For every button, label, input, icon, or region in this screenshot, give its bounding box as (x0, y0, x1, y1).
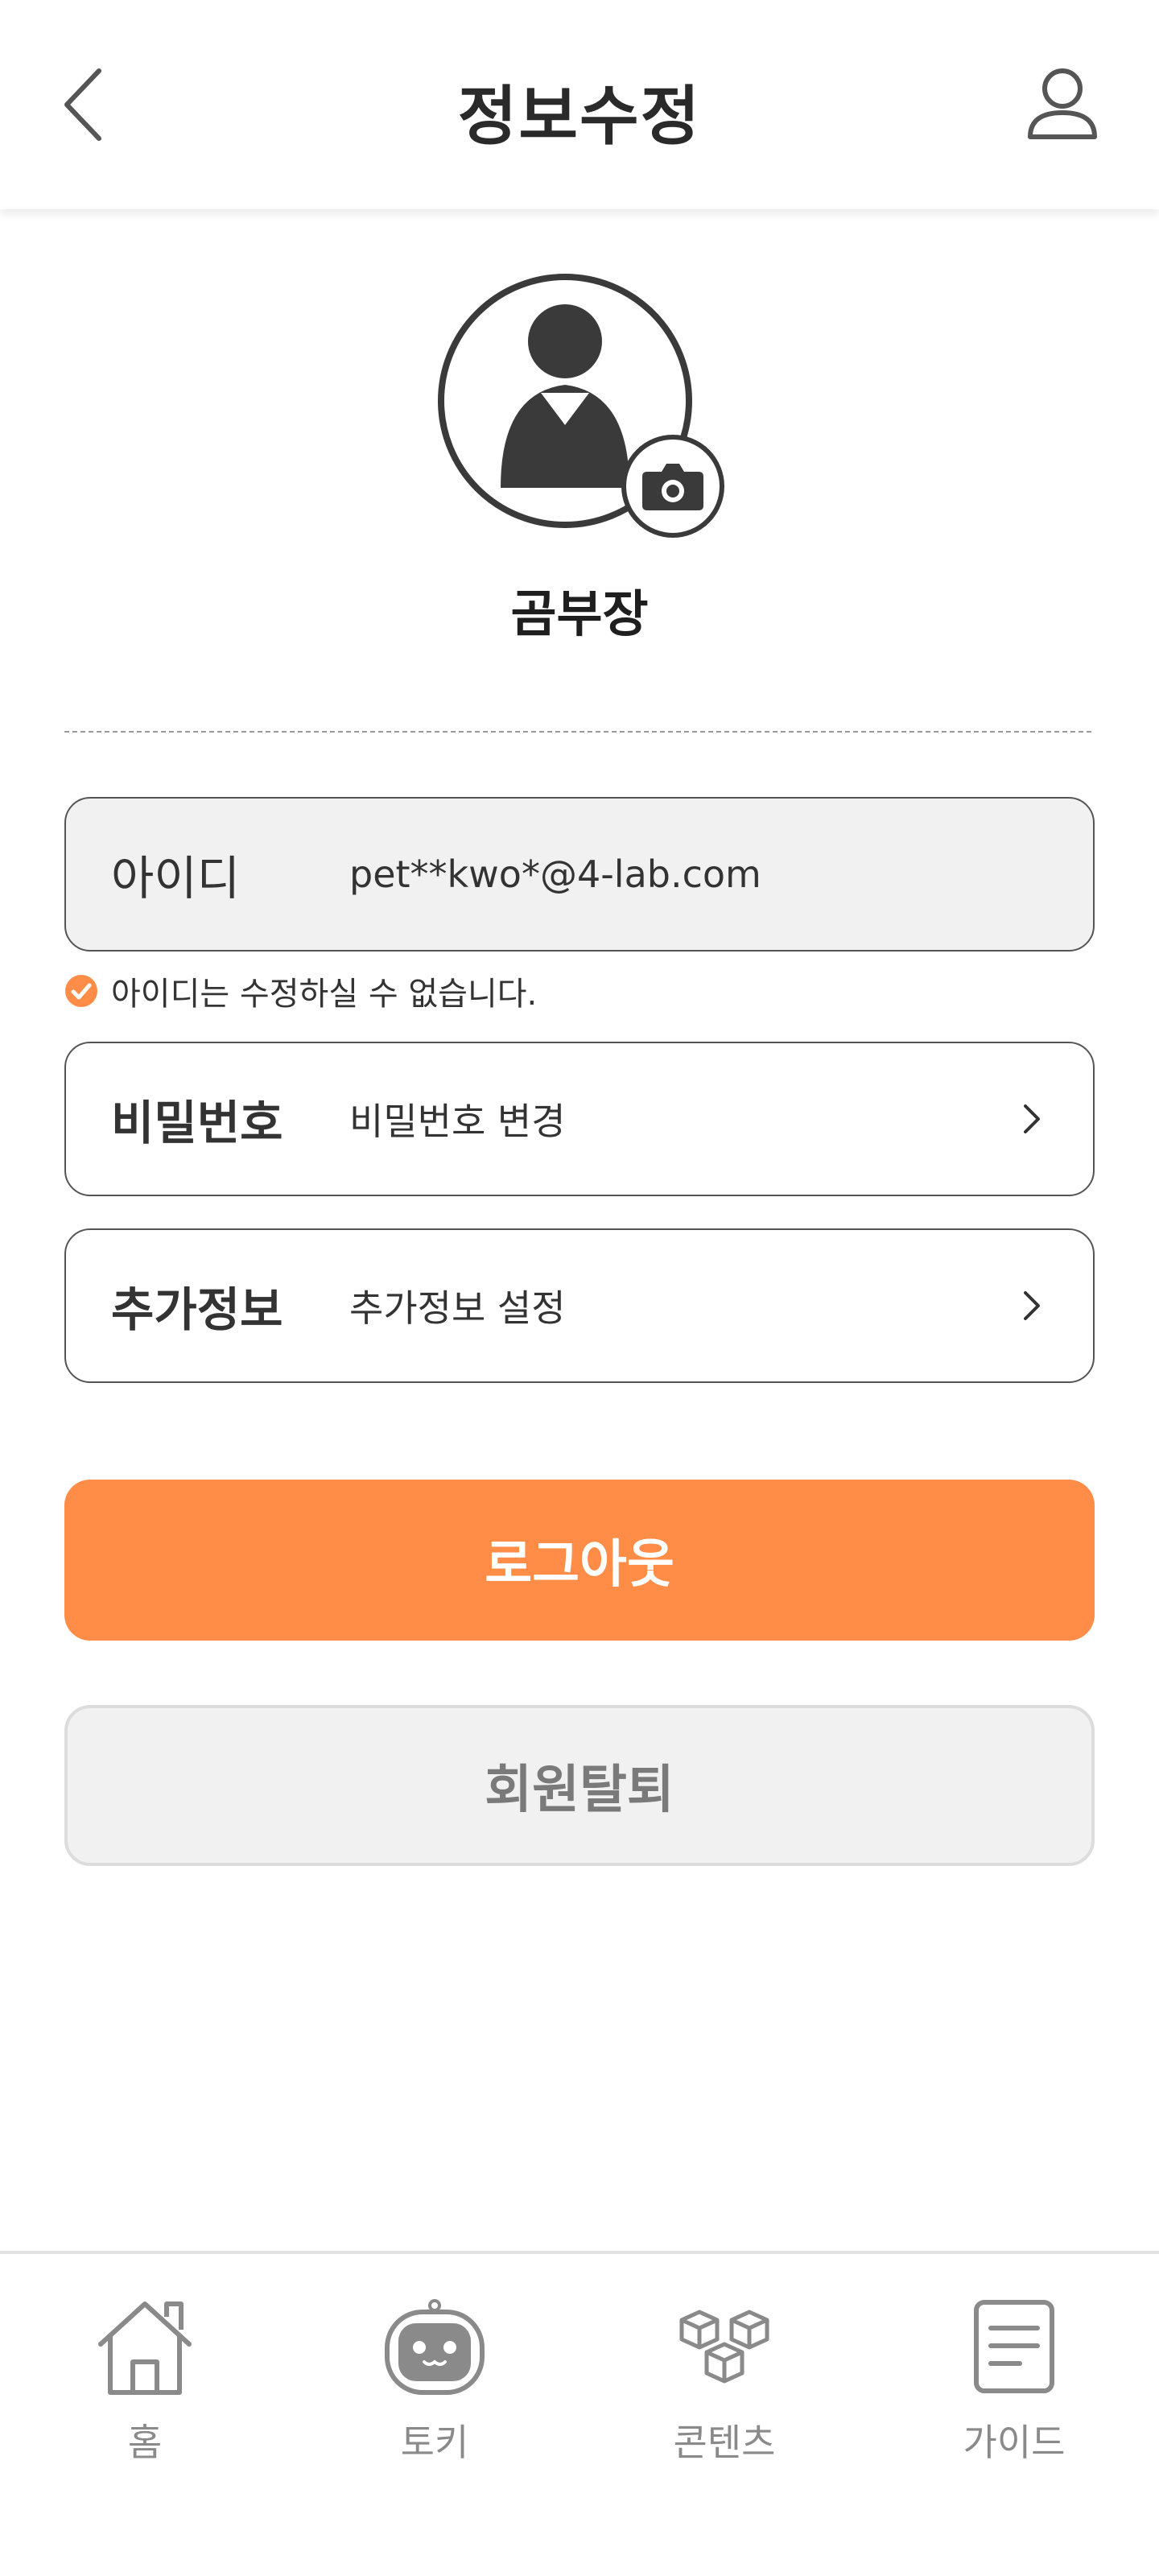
home-icon (98, 2301, 192, 2395)
nav-item-guide[interactable]: 가이드 (918, 2286, 1111, 2479)
nav-item-home[interactable]: 홈 (48, 2286, 241, 2479)
app-header: 정보수정 (0, 0, 1159, 209)
bottom-nav: 홈 토키 콘텐츠 가이드 (0, 2251, 1159, 2576)
id-note: 아이디는 수정하실 수 없습니다. (64, 971, 538, 1013)
nav-item-contents[interactable]: 콘텐츠 (628, 2286, 821, 2479)
nav-label-guide: 가이드 (963, 2421, 1066, 2464)
check-circle-icon (65, 975, 97, 1007)
password-label: 비밀번호 (111, 1096, 283, 1150)
logout-button[interactable]: 로그아웃 (64, 1480, 1095, 1641)
nav-label-toki: 토키 (400, 2421, 469, 2464)
profile-nickname: 곰부장 (510, 584, 649, 643)
chevron-right-icon (1016, 1282, 1048, 1330)
page-title: 정보수정 (457, 79, 702, 154)
user-button[interactable] (1014, 56, 1111, 153)
nav-item-toki[interactable]: 토키 (338, 2286, 531, 2479)
id-value: pet**kwo*@4-lab.com (349, 852, 761, 896)
nav-label-contents: 콘텐츠 (673, 2421, 776, 2464)
id-note-text: 아이디는 수정하실 수 없습니다. (111, 976, 538, 1013)
extra-info-label: 추가정보 (111, 1282, 283, 1337)
extra-info-field[interactable]: 추가정보 추가정보 설정 (64, 1228, 1095, 1383)
robot-icon (385, 2299, 485, 2395)
withdraw-button[interactable]: 회원탈퇴 (64, 1705, 1095, 1866)
password-value: 비밀번호 변경 (349, 1100, 566, 1143)
password-field[interactable]: 비밀번호 비밀번호 변경 (64, 1042, 1095, 1196)
cubes-icon (679, 2310, 769, 2384)
nav-label-home: 홈 (127, 2421, 163, 2464)
section-divider (64, 731, 1091, 733)
camera-icon (642, 464, 703, 510)
document-icon (974, 2300, 1054, 2393)
user-icon (1028, 68, 1097, 139)
change-photo-button[interactable] (621, 435, 724, 538)
id-field: 아이디 pet**kwo*@4-lab.com (64, 797, 1095, 952)
chevron-right-icon (1016, 1095, 1048, 1143)
id-label: 아이디 (111, 851, 241, 906)
extra-info-value: 추가정보 설정 (349, 1286, 566, 1330)
